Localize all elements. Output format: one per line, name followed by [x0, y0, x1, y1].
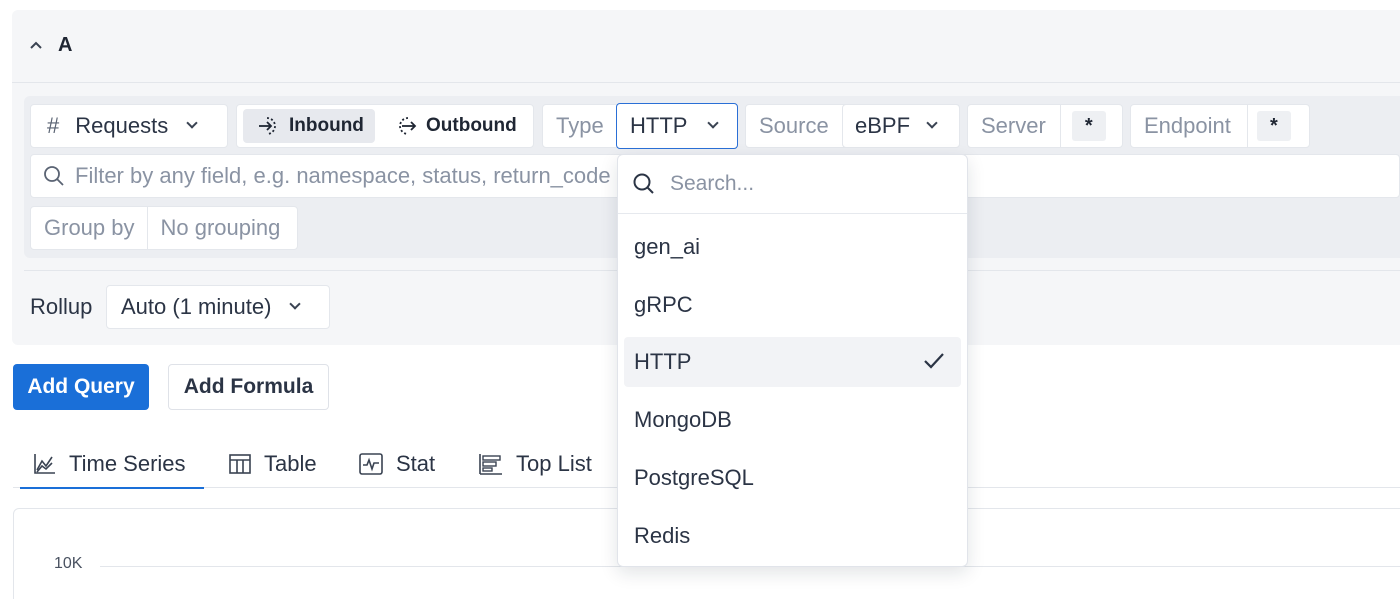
search-icon	[44, 166, 64, 186]
group-by-value: No grouping	[160, 215, 281, 240]
tab-time-series[interactable]: Time Series	[20, 440, 204, 489]
option-grpc[interactable]: gRPC	[624, 280, 961, 330]
type-dropdown-menu: gen_ai gRPC HTTP MongoDB PostgreSQL Redi…	[617, 154, 968, 567]
outbound-button[interactable]: Outbound	[384, 109, 528, 143]
option-redis[interactable]: Redis	[624, 511, 961, 561]
chevron-down-icon	[289, 298, 302, 310]
time-series-icon	[34, 454, 55, 474]
type-value: HTTP	[630, 113, 688, 138]
add-query-button[interactable]: Add Query	[13, 364, 149, 410]
rollup-label: Rollup	[30, 294, 93, 319]
chevron-up-icon[interactable]	[26, 35, 46, 55]
group-by-label: Group by	[44, 215, 135, 240]
tab-label: Top List	[516, 451, 592, 476]
tab-label: Time Series	[69, 451, 186, 476]
y-tick-label: 10K	[54, 555, 83, 572]
divider	[1247, 105, 1248, 147]
endpoint-filter[interactable]: Endpoint *	[1130, 104, 1310, 148]
table-icon	[229, 454, 251, 474]
source-label: Source	[759, 113, 829, 138]
chevron-down-icon	[926, 117, 938, 129]
tab-label: Stat	[396, 451, 436, 476]
header-divider	[12, 82, 1400, 83]
endpoint-label: Endpoint	[1144, 113, 1231, 138]
tab-table[interactable]: Table	[228, 440, 317, 488]
server-value: *	[1071, 111, 1106, 141]
source-select[interactable]: eBPF	[842, 104, 960, 148]
tab-top-list[interactable]: Top List	[478, 440, 592, 488]
source-value: eBPF	[855, 113, 911, 138]
option-gen-ai[interactable]: gen_ai	[624, 222, 961, 272]
option-label: HTTP	[634, 349, 692, 374]
inbound-label: Inbound	[289, 115, 364, 136]
rollup-value: Auto (1 minute)	[121, 294, 272, 319]
tab-label: Table	[264, 451, 317, 476]
tab-stat[interactable]: Stat	[358, 440, 435, 488]
metric-select[interactable]: # Requests	[30, 104, 228, 148]
server-label: Server	[981, 113, 1046, 138]
filter-placeholder: Filter by any field, e.g. namespace, sta…	[75, 163, 611, 188]
option-http[interactable]: HTTP	[624, 337, 961, 387]
server-filter[interactable]: Server *	[967, 104, 1123, 148]
stat-icon	[359, 453, 383, 475]
group-by[interactable]: Group by No grouping	[30, 206, 298, 250]
query-header: A	[12, 10, 72, 80]
top-list-icon	[479, 454, 502, 475]
inbound-icon	[259, 117, 276, 135]
metric-label: Requests	[75, 113, 169, 138]
outbound-icon	[399, 117, 417, 135]
query-letter: A	[58, 33, 73, 56]
endpoint-value: *	[1256, 111, 1291, 141]
hash-icon: #	[47, 113, 60, 138]
divider	[1060, 105, 1061, 147]
dropdown-search	[618, 155, 967, 214]
option-mongodb[interactable]: MongoDB	[624, 395, 961, 445]
chevron-down-icon	[186, 117, 198, 129]
option-postgresql[interactable]: PostgreSQL	[624, 453, 961, 503]
divider	[147, 207, 148, 249]
chevron-down-icon	[707, 117, 720, 129]
rollup-select[interactable]: Auto (1 minute)	[106, 285, 330, 329]
inbound-button[interactable]: Inbound	[243, 109, 375, 143]
type-label: Type	[556, 113, 604, 138]
outbound-label: Outbound	[426, 115, 517, 136]
type-select[interactable]: HTTP	[616, 103, 738, 149]
checkmark-icon	[924, 353, 944, 369]
add-formula-button[interactable]: Add Formula	[168, 364, 329, 410]
dropdown-search-input[interactable]	[670, 172, 940, 196]
search-icon	[633, 173, 654, 194]
